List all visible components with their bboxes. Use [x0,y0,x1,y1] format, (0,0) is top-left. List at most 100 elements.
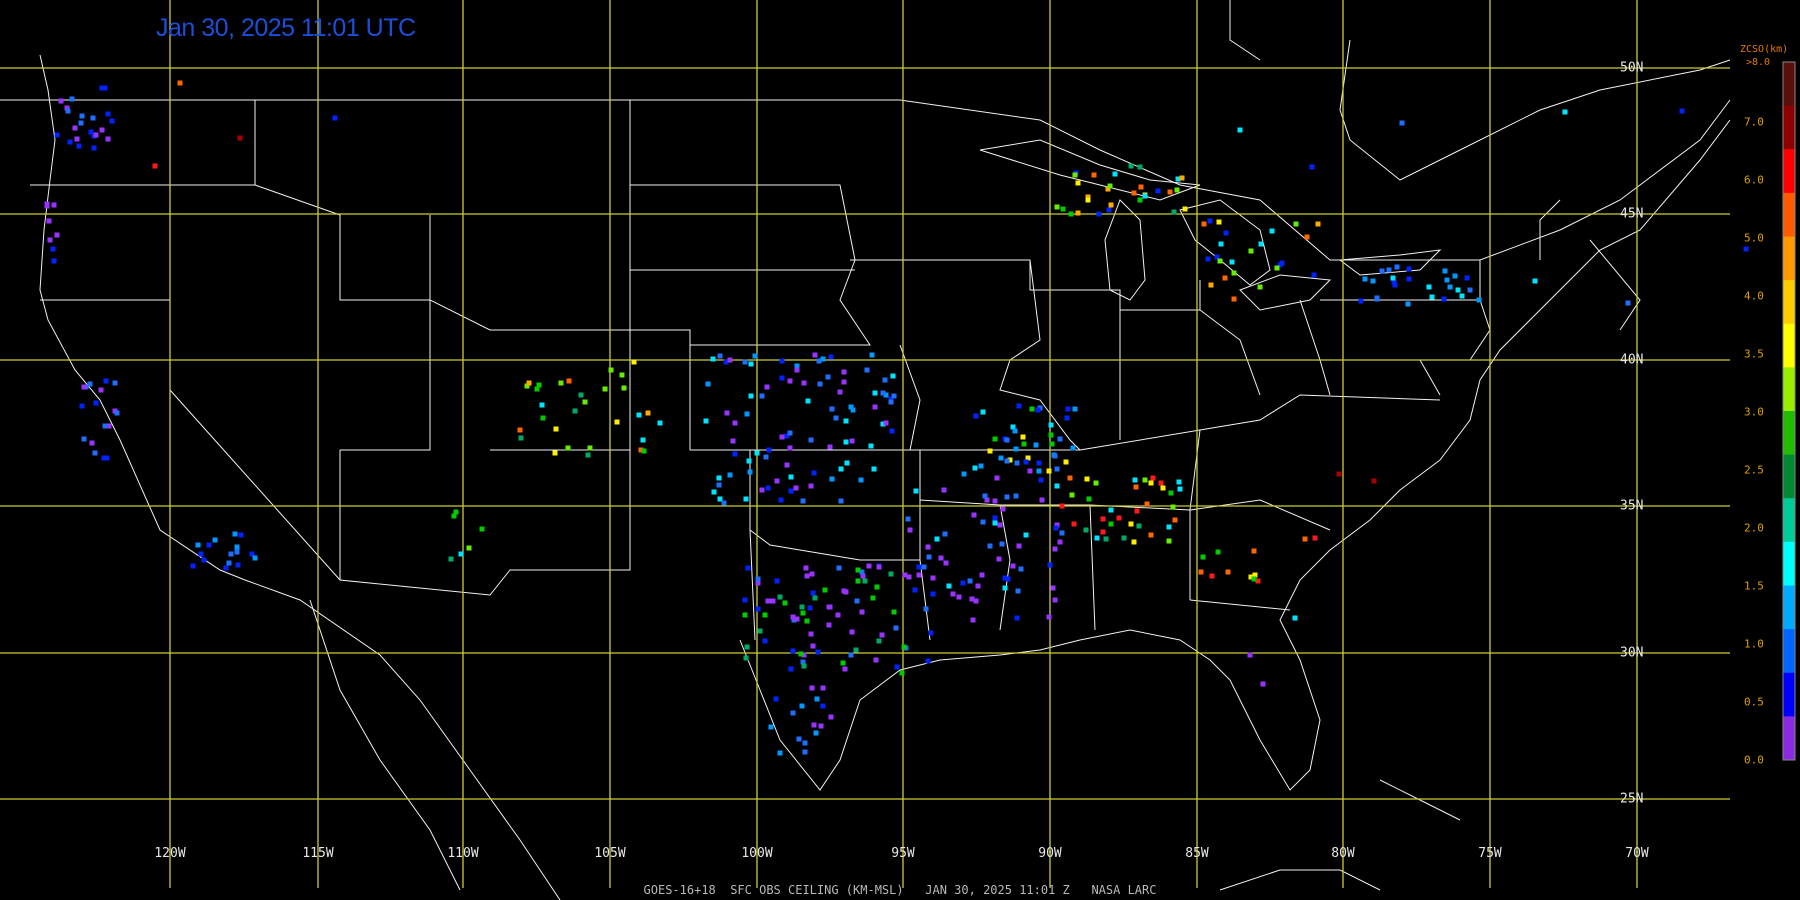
station-marker [799,703,805,709]
colorbar-segment [1783,541,1795,586]
station-marker [1394,264,1400,270]
station-marker [837,389,843,395]
station-marker [228,551,234,557]
station-marker [871,466,877,472]
station-marker [888,571,894,577]
station-marker [1182,206,1188,212]
station-marker [44,203,50,209]
station-marker [742,612,748,618]
colorbar-label: 3.5 [1744,347,1764,361]
station-marker [809,571,815,577]
station-marker [565,445,571,451]
station-marker [1052,597,1058,603]
station-marker [536,382,542,388]
station-marker [1035,407,1041,413]
station-marker [848,404,854,410]
station-marker [1068,211,1074,217]
latitude-label: 30N [1620,645,1644,661]
station-marker [1257,284,1263,290]
station-marker [1049,441,1055,447]
station-marker [640,437,646,443]
station-marker [1174,187,1180,193]
station-marker [787,445,793,451]
station-marker [913,488,919,494]
station-marker [81,384,87,390]
station-marker [810,590,816,596]
station-marker [553,426,559,432]
station-marker [1217,258,1223,264]
station-marker [1207,218,1213,224]
station-marker [987,448,993,454]
station-marker [717,353,723,359]
station-marker [978,463,984,469]
station-marker [1171,209,1177,215]
station-marker [112,380,118,386]
station-marker [727,357,733,363]
station-marker [801,380,807,386]
station-marker [827,444,833,450]
station-marker [201,557,207,563]
station-marker [1251,548,1257,554]
station-marker [762,612,768,618]
station-marker [50,246,56,252]
station-marker [1444,277,1450,283]
station-marker [902,572,908,578]
station-marker [793,485,799,491]
longitude-label: 95W [891,846,915,861]
station-marker [98,387,104,393]
station-marker [811,722,817,728]
station-marker [102,423,108,429]
station-marker [1312,535,1318,541]
station-marker [578,392,584,398]
colorbar-label: 3.0 [1744,405,1764,419]
station-marker [825,374,831,380]
station-marker [1302,536,1308,542]
station-marker [923,606,929,612]
colorbar-label: 1.5 [1744,579,1764,593]
station-marker [1459,293,1465,299]
station-marker [1107,183,1113,189]
station-marker [212,537,218,543]
station-marker [802,749,808,755]
station-marker [814,696,820,702]
station-marker [788,474,794,480]
station-marker [1205,256,1211,262]
station-marker [889,428,895,434]
station-marker [882,377,888,383]
station-marker [1225,569,1231,575]
station-marker [226,560,232,566]
station-marker [1052,546,1058,552]
station-marker [813,730,819,736]
station-marker [972,465,978,471]
station-marker [848,652,854,658]
colorbar-label: 1.0 [1744,637,1764,651]
station-marker [987,543,993,549]
station-marker [1223,230,1229,236]
station-marker [104,455,110,461]
station-marker [835,612,841,618]
station-marker [1053,525,1059,531]
station-marker [1251,576,1257,582]
station-marker [859,609,865,615]
station-marker [1085,197,1091,203]
station-marker [765,485,771,491]
station-marker [234,549,240,555]
station-marker [873,657,879,663]
station-marker [1100,516,1106,522]
station-marker [755,576,761,582]
station-marker [844,460,850,466]
station-marker [743,655,749,661]
station-marker [1390,275,1396,281]
station-marker [453,509,459,515]
station-marker [1137,164,1143,170]
station-marker [1067,475,1073,481]
station-marker [89,440,95,446]
station-marker [1293,221,1299,227]
station-marker [804,618,810,624]
station-marker [223,565,229,571]
station-marker [815,649,821,655]
station-marker [812,352,818,358]
station-marker [804,573,810,579]
station-marker [779,434,785,440]
station-marker [458,551,464,557]
